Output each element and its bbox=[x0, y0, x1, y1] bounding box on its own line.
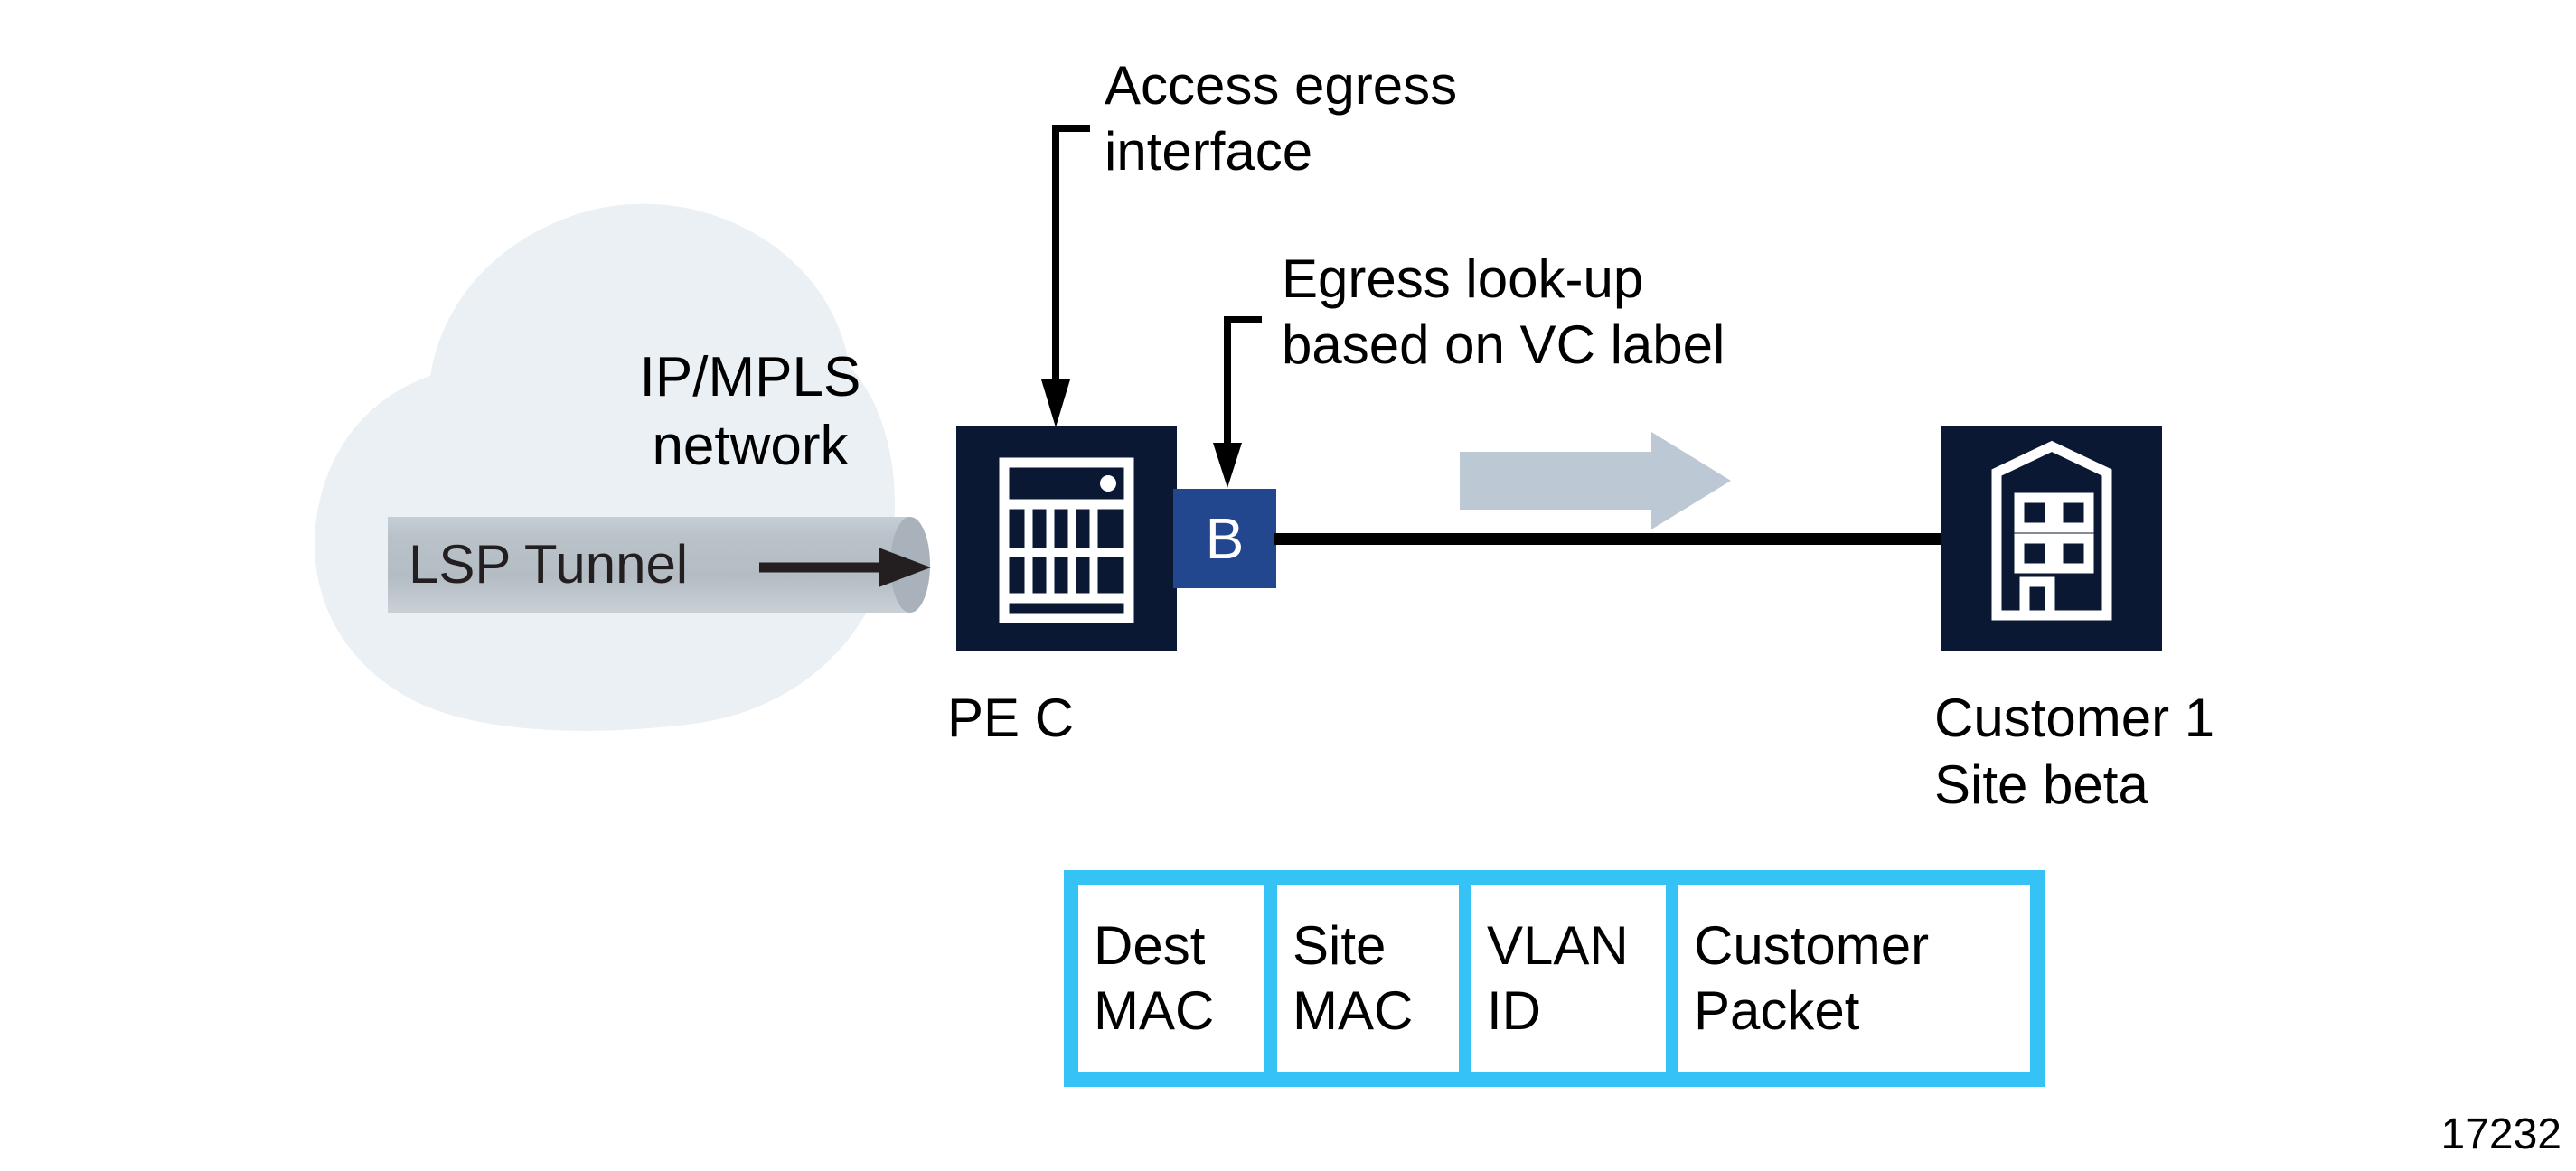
node-pe-c[interactable] bbox=[956, 426, 1177, 651]
leader-arrow-down-icon bbox=[1041, 125, 1090, 427]
node-customer-1-site-beta[interactable] bbox=[1941, 426, 2162, 651]
figure-id: 17232 bbox=[2440, 1110, 2562, 1158]
packet-cell-label: VLAN ID bbox=[1487, 915, 1629, 1041]
node-customer-label: Customer 1 Site beta bbox=[1934, 688, 2215, 816]
packet-cell: Customer Packet bbox=[1678, 885, 2030, 1072]
packet-cell: Dest MAC bbox=[1078, 885, 1264, 1072]
packet-cell: Site MAC bbox=[1277, 885, 1459, 1072]
block-arrow-right-icon bbox=[1460, 432, 1731, 529]
callout-access-egress-interface-text: Access egress interface bbox=[1105, 55, 1458, 183]
building-icon bbox=[1991, 440, 2112, 621]
leader-arrow-down-icon bbox=[1213, 316, 1262, 488]
diagram-canvas: IP/MPLS network LSP Tunnel PE C B Custom… bbox=[0, 0, 2576, 1171]
packet-cell: VLAN ID bbox=[1471, 885, 1666, 1072]
lsp-tunnel-label: LSP Tunnel bbox=[409, 534, 689, 595]
vc-label-text: B bbox=[1205, 506, 1245, 571]
right-arrow-icon bbox=[759, 548, 931, 587]
cloud-label: IP/MPLS network bbox=[639, 346, 861, 477]
packet-cell-label: Customer Packet bbox=[1694, 915, 1930, 1041]
vc-label-box[interactable]: B bbox=[1173, 489, 1276, 588]
access-link-line bbox=[1274, 533, 1943, 545]
callout-egress-lookup-text: Egress look-up based on VC label bbox=[1282, 248, 1725, 376]
packet-structure-table: Dest MAC Site MAC VLAN ID Customer Packe… bbox=[1064, 870, 2045, 1087]
packet-cell-label: Dest MAC bbox=[1094, 915, 1215, 1041]
node-pe-c-label: PE C bbox=[947, 688, 1075, 748]
packet-cell-label: Site MAC bbox=[1293, 915, 1414, 1041]
router-chassis-icon bbox=[999, 457, 1134, 623]
